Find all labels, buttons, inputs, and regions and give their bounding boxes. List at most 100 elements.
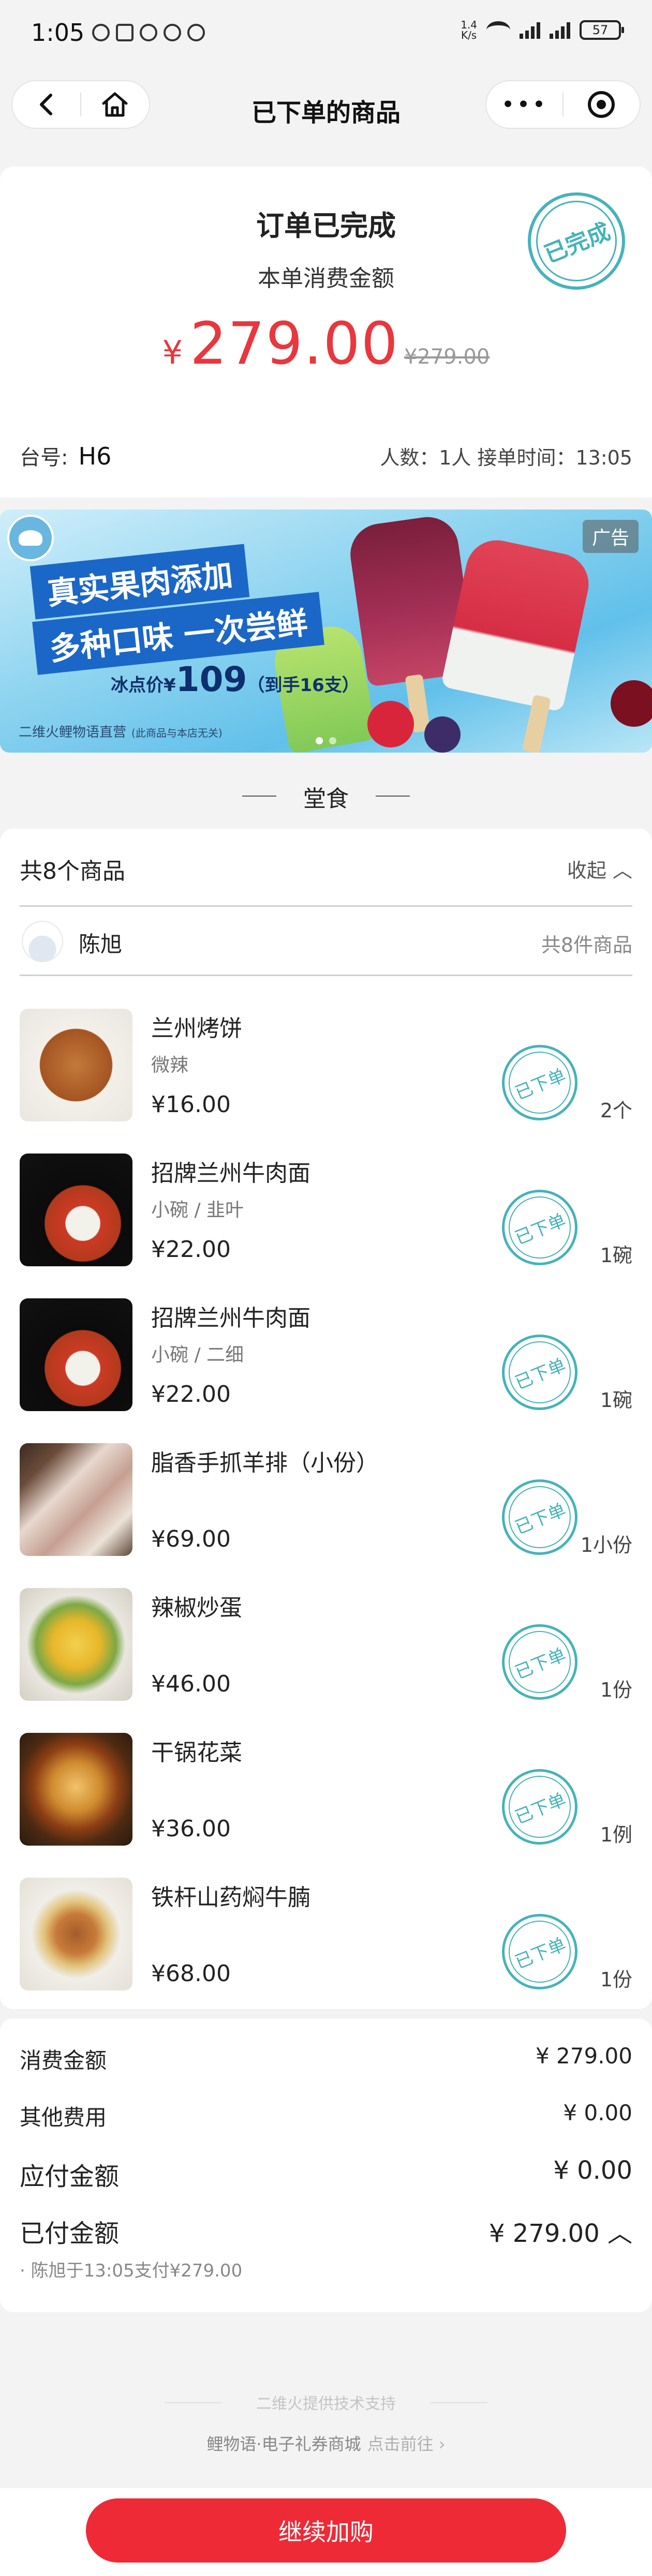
target-icon <box>588 91 615 118</box>
status-notification-icons <box>92 24 205 41</box>
list-item: 兰州烤饼 微辣 ¥16.00 已下单 2个 <box>0 1009 652 1154</box>
ordered-stamp-text: 已下单 <box>512 1065 569 1104</box>
status-time: 1:05 <box>31 19 85 47</box>
item-name: 铁杆山药焖牛腩 <box>151 1884 310 1911</box>
user-name: 陈旭 <box>79 932 123 957</box>
ordered-stamp-text: 已下单 <box>512 1789 569 1828</box>
status-bar: 1:05 1.4 K/s 57 <box>0 0 652 72</box>
order-amount: ¥ 279.00 ¥279.00 <box>0 310 652 378</box>
network-speed-unit: K/s <box>461 29 477 41</box>
completed-stamp-text: 已完成 <box>540 218 614 268</box>
ad-banner[interactable]: 真实果肉添加 多种口味 一次尝鲜 冰点价¥109（到手16支） 二维火鲤物语直营… <box>0 510 652 753</box>
items-card: 共8个商品 收起 ︿ 陈旭 共8件商品 兰州烤饼 微辣 ¥16.00 已下单 2… <box>0 829 652 2009</box>
ad-price: 冰点价¥109（到手16支） <box>111 660 360 699</box>
ad-badge: 广告 <box>582 520 639 553</box>
nfc-icon <box>116 24 134 41</box>
summary-row-payable: 应付金额 ¥ 0.00 <box>20 2156 632 2192</box>
summary-value: ¥ 279.00 <box>535 2043 632 2069</box>
item-thumbnail <box>20 1443 132 1556</box>
more-dots-icon: ••• <box>501 91 548 118</box>
item-thumbnail <box>20 1878 132 1990</box>
table-number: 台号: H6 <box>20 441 111 471</box>
item-thumbnail <box>20 1009 132 1121</box>
summary-value: ¥ 0.00 <box>563 2100 632 2125</box>
ad-carousel-dots <box>0 737 652 744</box>
item-thumbnail <box>20 1298 132 1411</box>
alarm-icon <box>140 24 157 41</box>
wifi-icon <box>486 21 510 39</box>
carousel-dot-active <box>316 737 323 744</box>
item-thumbnail <box>20 1154 132 1266</box>
ordered-stamp: 已下单 <box>490 1757 589 1856</box>
list-item: 招牌兰州牛肉面 小碗 / 韭叶 ¥22.00 已下单 1碗 <box>0 1154 652 1298</box>
ordered-stamp: 已下单 <box>490 1902 589 2001</box>
item-price: ¥22.00 <box>151 1236 231 1263</box>
table-value: H6 <box>78 442 112 470</box>
item-quantity: 1碗 <box>600 1389 632 1412</box>
ordered-stamp-text: 已下单 <box>512 1499 569 1538</box>
ordered-stamp: 已下单 <box>490 1323 589 1422</box>
ordered-stamp: 已下单 <box>490 1178 589 1277</box>
item-spec: 微辣 <box>151 1055 189 1076</box>
network-speed: 1.4 K/s <box>461 20 477 40</box>
list-item: 招牌兰州牛肉面 小碗 / 二细 ¥22.00 已下单 1碗 <box>0 1298 652 1443</box>
summary-row-paid[interactable]: 已付金额 ¥ 279.00 ︿ <box>20 2213 632 2249</box>
order-card: 订单已完成 本单消费金额 ¥ 279.00 ¥279.00 已完成 台号: H6 … <box>0 167 652 498</box>
item-quantity: 1小份 <box>580 1534 632 1556</box>
item-name: 招牌兰州牛肉面 <box>151 1160 310 1187</box>
currency-symbol: ¥ <box>162 334 183 371</box>
ordered-stamp: 已下单 <box>490 1467 589 1567</box>
item-price: ¥36.00 <box>151 1816 231 1842</box>
list-item: 辣椒炒蛋 ¥46.00 已下单 1份 <box>0 1588 652 1733</box>
item-name: 干锅花菜 <box>151 1740 242 1766</box>
item-name: 招牌兰州牛肉面 <box>151 1305 310 1331</box>
more-button[interactable]: ••• <box>486 81 562 128</box>
item-price: ¥16.00 <box>151 1091 231 1118</box>
bluetooth-icon <box>164 24 181 41</box>
blueberry-image <box>424 716 461 753</box>
item-price: ¥46.00 <box>151 1671 231 1697</box>
footer-link-text: 鲤物语·电子礼券商城 <box>206 2434 361 2454</box>
ad-price-suffix: （到手16支） <box>247 675 360 696</box>
battery-icon: 57 <box>580 20 624 40</box>
items-count: 共8个商品 <box>20 858 125 885</box>
item-spec: 小碗 / 韭叶 <box>151 1200 244 1221</box>
divider <box>20 975 632 976</box>
item-name: 脂香手抓羊排（小份） <box>151 1450 379 1476</box>
summary-value: ¥ 0.00 <box>553 2156 632 2185</box>
item-name: 兰州烤饼 <box>151 1015 242 1042</box>
summary-label: 已付金额 <box>20 2219 120 2248</box>
item-quantity: 1例 <box>600 1823 632 1846</box>
popsicle-red-image <box>440 534 595 712</box>
ordered-stamp-text: 已下单 <box>512 1209 569 1249</box>
paid-note: · 陈旭于13:05支付¥279.00 <box>20 2260 243 2281</box>
ordered-stamp-text: 已下单 <box>512 1934 569 1973</box>
footer-brand: 二维火提供技术支持 <box>256 2395 396 2413</box>
item-quantity: 2个 <box>600 1099 632 1122</box>
close-miniapp-button[interactable] <box>564 81 640 128</box>
signal-icon <box>520 21 540 39</box>
list-item: 铁杆山药焖牛腩 ¥68.00 已下单 1份 <box>0 1878 652 2023</box>
collapse-toggle[interactable]: 收起 ︿ <box>567 855 632 883</box>
payment-summary: 消费金额 ¥ 279.00 其他费用 ¥ 0.00 应付金额 ¥ 0.00 已付… <box>0 2018 652 2312</box>
cherry-image <box>611 680 652 727</box>
table-label: 台号: <box>20 446 68 470</box>
summary-label: 消费金额 <box>20 2048 107 2073</box>
list-item: 脂香手抓羊排（小份） ¥69.00 已下单 1小份 <box>0 1443 652 1588</box>
signal-icon-2 <box>550 21 570 39</box>
item-thumbnail <box>20 1588 132 1701</box>
network-speed-value: 1.4 <box>461 19 477 31</box>
status-system-icons: 1.4 K/s 57 <box>461 20 624 40</box>
ordered-stamp-text: 已下单 <box>512 1644 569 1683</box>
avatar <box>22 921 63 962</box>
summary-row-other: 其他费用 ¥ 0.00 <box>20 2100 632 2132</box>
item-quantity: 1碗 <box>600 1244 632 1267</box>
continue-ordering-button[interactable]: 继续加购 <box>86 2498 566 2563</box>
item-thumbnail <box>20 1733 132 1846</box>
order-amount-value: 279.00 <box>190 310 399 378</box>
item-price: ¥69.00 <box>151 1526 231 1552</box>
footer-link[interactable]: 鲤物语·电子礼券商城 点击前往 › <box>0 2431 652 2455</box>
item-quantity: 1份 <box>600 1679 632 1701</box>
speedometer-icon <box>92 24 110 41</box>
carousel-dot <box>329 737 336 744</box>
